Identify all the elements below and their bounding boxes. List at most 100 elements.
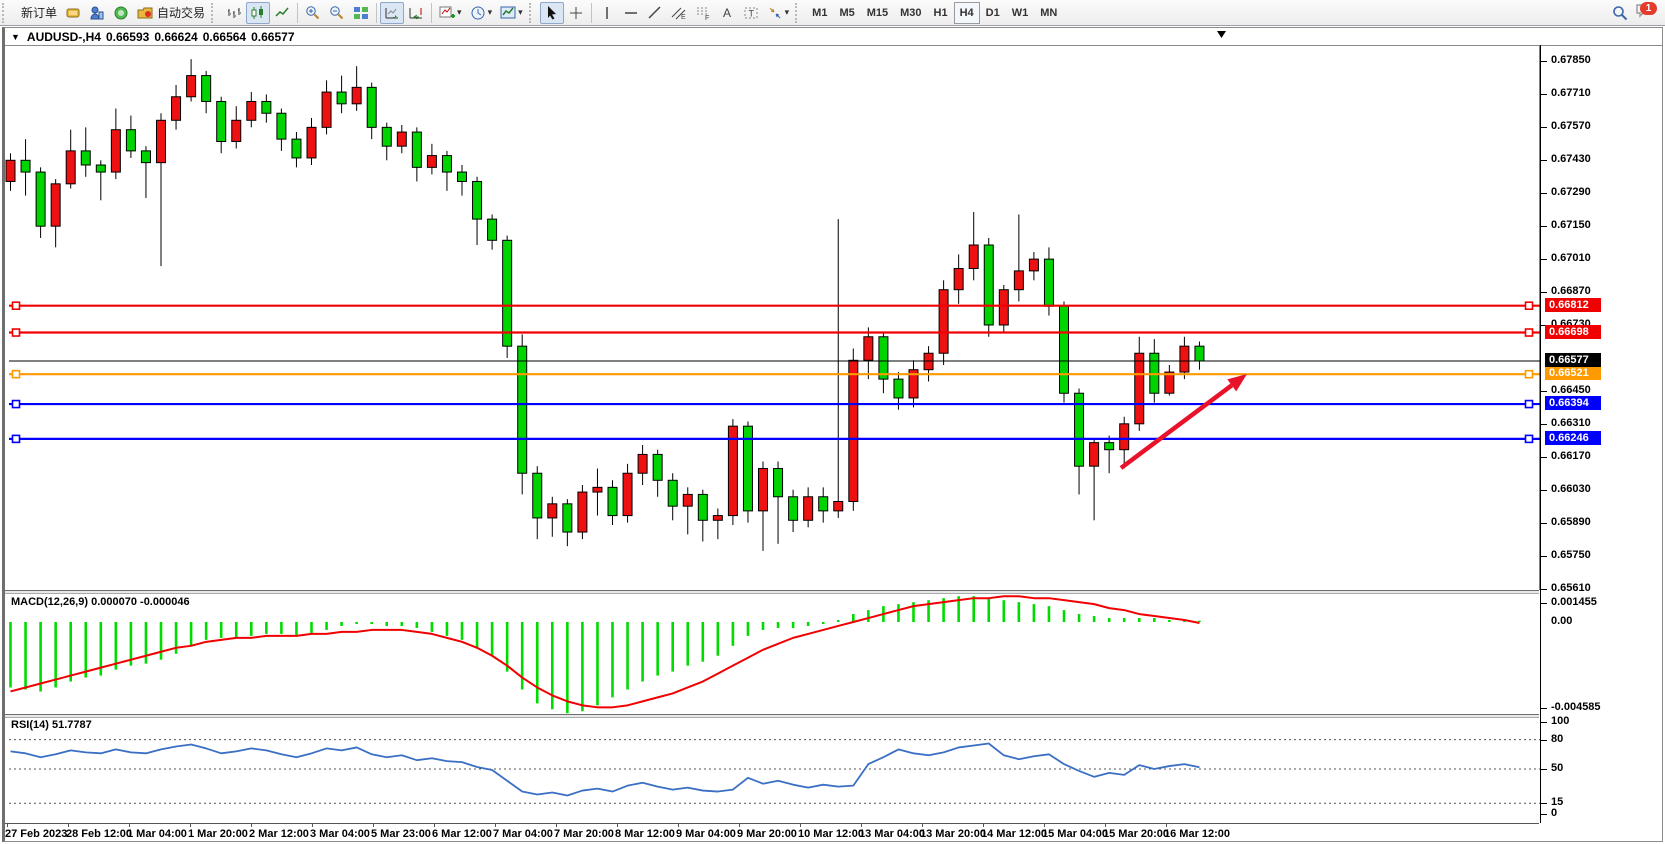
- new-order-button[interactable]: 新订单: [13, 2, 61, 24]
- candle: [337, 92, 346, 104]
- line-handle[interactable]: [13, 329, 20, 336]
- trend-arrow-head[interactable]: [1227, 374, 1247, 391]
- text-icon: A: [719, 5, 735, 21]
- crosshair-button[interactable]: [564, 2, 588, 24]
- timeframe-w1-button[interactable]: W1: [1006, 2, 1035, 24]
- chart-shift-icon: [408, 5, 424, 21]
- arrows-button[interactable]: ▾: [763, 2, 794, 24]
- data-window-button[interactable]: [85, 2, 109, 24]
- line-handle[interactable]: [1526, 435, 1533, 442]
- candle: [382, 127, 391, 146]
- search-icon: [1611, 4, 1629, 22]
- vertical-line-button[interactable]: [595, 2, 619, 24]
- line-handle[interactable]: [13, 401, 20, 408]
- bar-chart-button[interactable]: [222, 2, 246, 24]
- timeframe-m5-button[interactable]: M5: [833, 2, 860, 24]
- price-tick-label: 0.66450: [1551, 384, 1591, 396]
- candle: [1180, 346, 1189, 372]
- channel-button[interactable]: E: [667, 2, 691, 24]
- price-tick-label: 0.66870: [1551, 285, 1591, 297]
- timeframe-h4-button[interactable]: H4: [954, 2, 980, 24]
- tile-windows-button[interactable]: [349, 2, 373, 24]
- horizontal-line-button[interactable]: [619, 2, 643, 24]
- chart-shift-button[interactable]: [404, 2, 428, 24]
- cursor-button[interactable]: [540, 2, 564, 24]
- collapse-triangle-icon[interactable]: ▼: [11, 32, 20, 42]
- candle: [924, 353, 933, 369]
- toolbar-separator: [431, 3, 432, 23]
- candle: [412, 132, 421, 167]
- text-label-icon: T: [743, 5, 759, 21]
- svg-text:T: T: [748, 8, 754, 18]
- navigator-button[interactable]: [109, 2, 133, 24]
- pivot-price-badge: 0.66521: [1545, 366, 1601, 380]
- price-tick-label: 0.67430: [1551, 153, 1591, 165]
- timeframe-d1-button[interactable]: D1: [980, 2, 1006, 24]
- line-handle[interactable]: [1526, 371, 1533, 378]
- candle: [759, 469, 768, 511]
- periods-button[interactable]: ▾: [466, 2, 497, 24]
- trendline-icon: [647, 5, 663, 21]
- text-button[interactable]: A: [715, 2, 739, 24]
- timeframe-m30-button[interactable]: M30: [894, 2, 927, 24]
- line-chart-icon: [274, 5, 290, 21]
- time-axis[interactable]: 27 Feb 202328 Feb 12:001 Mar 04:001 Mar …: [5, 823, 1539, 844]
- line-chart-button[interactable]: [270, 2, 294, 24]
- text-label-button[interactable]: T: [739, 2, 763, 24]
- rsi-indicator-label: RSI(14) 51.7787: [11, 719, 92, 731]
- new-order-button-label: 新订单: [21, 4, 57, 21]
- chevron-down-icon: ▾: [457, 7, 462, 18]
- candle: [187, 76, 196, 97]
- candle-chart-button[interactable]: [246, 2, 270, 24]
- line-handle[interactable]: [1526, 329, 1533, 336]
- candle: [879, 337, 888, 379]
- search-button[interactable]: [1607, 2, 1633, 24]
- toolbar-grip: [529, 3, 538, 23]
- candle: [51, 184, 60, 226]
- auto-scroll-button[interactable]: [380, 2, 404, 24]
- timeframe-mn-button[interactable]: MN: [1034, 2, 1063, 24]
- line-handle[interactable]: [13, 302, 20, 309]
- trendline-button[interactable]: [643, 2, 667, 24]
- candle: [172, 97, 181, 121]
- macd-rsi-splitter[interactable]: [5, 714, 1539, 718]
- candle-chart-icon: [250, 5, 266, 21]
- line-handle[interactable]: [13, 435, 20, 442]
- candle: [834, 501, 843, 510]
- line-handle[interactable]: [1526, 401, 1533, 408]
- resistance-price-badge: 0.66812: [1545, 298, 1601, 312]
- candle: [819, 497, 828, 511]
- autotrading-button[interactable]: 自动交易: [133, 2, 209, 24]
- macd-max-label: 0.001455: [1551, 596, 1597, 608]
- svg-text:F: F: [705, 15, 709, 21]
- line-handle[interactable]: [13, 371, 20, 378]
- indicators-button[interactable]: ▾: [435, 2, 466, 24]
- market-watch-button[interactable]: [61, 2, 85, 24]
- periods-icon: [470, 5, 486, 21]
- fibonacci-icon: F: [695, 5, 711, 21]
- tile-windows-icon: [353, 5, 369, 21]
- main-macd-splitter[interactable]: [5, 590, 1539, 594]
- support-price-badge: 0.66394: [1545, 396, 1601, 410]
- timeframe-m1-button[interactable]: M1: [806, 2, 833, 24]
- candle: [1105, 443, 1114, 450]
- timeframe-m15-button[interactable]: M15: [861, 2, 894, 24]
- toolbar-right: 1: [1607, 2, 1655, 24]
- fibonacci-button[interactable]: F: [691, 2, 715, 24]
- time-tick-label: 13 Mar 04:00: [859, 828, 925, 840]
- templates-button[interactable]: ▾: [496, 2, 527, 24]
- price-axis[interactable]: 0.678500.677100.675700.674300.672900.671…: [1540, 45, 1664, 823]
- trend-arrow-shaft[interactable]: [1121, 385, 1232, 468]
- timeframe-h1-button[interactable]: H1: [928, 2, 954, 24]
- zoom-in-button[interactable]: [301, 2, 325, 24]
- line-handle[interactable]: [1526, 302, 1533, 309]
- candle: [262, 101, 271, 113]
- price-tick-label: 0.67290: [1551, 186, 1591, 198]
- zoom-out-button[interactable]: [325, 2, 349, 24]
- notifications-button[interactable]: 1: [1633, 2, 1655, 24]
- price-tick-label: 0.67850: [1551, 54, 1591, 66]
- price-tick-label: 0.66170: [1551, 450, 1591, 462]
- candle: [111, 130, 120, 172]
- time-tick-label: 8 Mar 12:00: [615, 828, 675, 840]
- candle: [1195, 346, 1204, 361]
